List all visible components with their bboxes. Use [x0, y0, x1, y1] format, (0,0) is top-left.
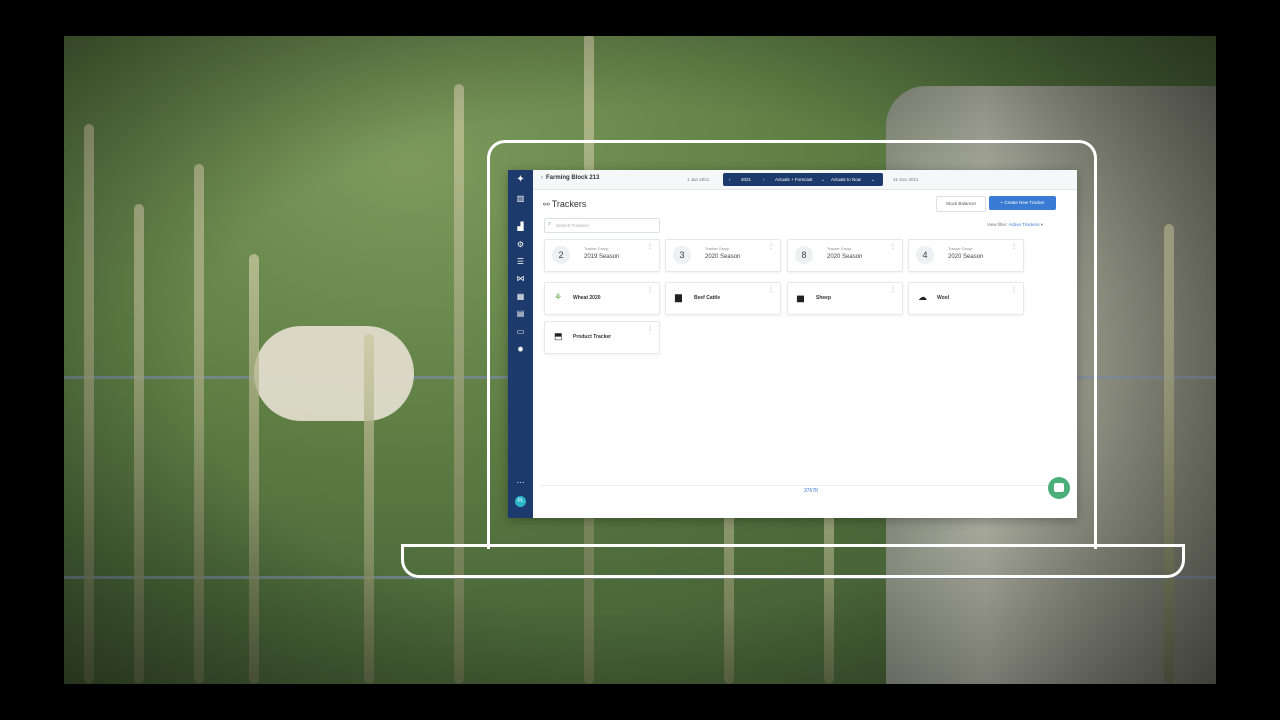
search-placeholder: Search Trackers: [556, 223, 589, 228]
laptop-base-outline: [401, 545, 1185, 578]
more-vertical-icon[interactable]: ⋮: [768, 243, 774, 250]
chart-icon[interactable]: ▟: [514, 220, 527, 233]
tracker-card[interactable]: ▅ Sheep ⋮: [787, 282, 903, 315]
mode-dropdown[interactable]: Actuals + Forecast: [775, 177, 812, 182]
sheep-icon: ▅: [797, 292, 804, 302]
tracker-card[interactable]: ▆ Beef Cattle ⋮: [665, 282, 781, 315]
tracker-group-card[interactable]: 2 Tracker Group 2019 Season ⋮: [544, 239, 660, 272]
chevron-right-icon: ›: [541, 175, 543, 181]
more-vertical-icon[interactable]: ⋮: [890, 286, 896, 293]
group-count: 3: [673, 246, 691, 264]
cattle-icon: ▆: [675, 292, 682, 302]
next-year-icon[interactable]: ›: [763, 177, 765, 182]
group-count: 2: [552, 246, 570, 264]
group-label: Tracker Group: [827, 247, 852, 251]
group-name: 2020 Season: [705, 254, 741, 260]
tracker-group-card[interactable]: 4 Tracker Group 2020 Season ⋮: [908, 239, 1024, 272]
period-selector: ‹ 2021 › Actuals + Forecast ⌄ Actuals to…: [723, 173, 883, 186]
tracker-icon[interactable]: ⚙: [514, 238, 527, 251]
tracker-name: Beef Cattle: [694, 295, 721, 301]
year-label[interactable]: 2021: [741, 177, 751, 182]
chat-button[interactable]: [1048, 477, 1070, 499]
farm-selector[interactable]: › Farming Block 213: [541, 175, 599, 181]
footer-divider: [541, 485, 1069, 486]
tracker-name: Product Tracker: [573, 334, 612, 340]
group-label: Tracker Group: [948, 247, 973, 251]
view-filter-label: View filter:: [987, 222, 1008, 227]
more-vertical-icon[interactable]: ⋮: [768, 286, 774, 293]
chat-bubble-icon: [1054, 483, 1064, 492]
farm-icon[interactable]: ▥: [514, 192, 527, 205]
stock-balancer-button[interactable]: Stock Balancer: [936, 196, 986, 212]
gear-icon[interactable]: ✹: [514, 343, 527, 356]
table-icon[interactable]: ▦: [514, 290, 527, 303]
tracker-card[interactable]: ⬒ Product Tracker ⋮: [544, 321, 660, 354]
group-count: 8: [795, 246, 813, 264]
create-tracker-button[interactable]: + Create New Tracker: [989, 196, 1056, 210]
page-title-text: Trackers: [551, 199, 587, 209]
tracker-group-card[interactable]: 8 Tracker Group 2020 Season ⋮: [787, 239, 903, 272]
topbar: › Farming Block 213 1 Jan 2021 ‹ 2021 › A…: [533, 170, 1077, 190]
view-filter-value: Active Trackers: [1008, 222, 1040, 227]
sidebar: ✦ ▥ ▟ ⚙ ☰ ⋈ ▦ ▤ ▭ ✹ ⋯ PL: [508, 170, 533, 518]
more-vertical-icon[interactable]: ⋮: [647, 243, 653, 250]
book-icon[interactable]: ▭: [514, 325, 527, 338]
avatar[interactable]: PL: [515, 496, 526, 507]
app-screen: ✦ ▥ ▟ ⚙ ☰ ⋈ ▦ ▤ ▭ ✹ ⋯ PL › Farming Block …: [508, 170, 1077, 518]
wheat-icon: ⚘: [554, 292, 563, 302]
network-icon[interactable]: ⋈: [514, 272, 527, 285]
chevron-down-icon: ⌄: [821, 177, 825, 182]
more-vertical-icon[interactable]: ⋮: [1011, 286, 1017, 293]
more-vertical-icon[interactable]: ⋮: [647, 325, 653, 332]
wool-icon: ☁: [918, 292, 927, 302]
tracker-name: Sheep: [816, 295, 832, 301]
more-vertical-icon[interactable]: ⋮: [890, 243, 896, 250]
actuals-dropdown[interactable]: Actuals to Now: [831, 177, 861, 182]
group-label: Tracker Group: [584, 247, 609, 251]
search-input[interactable]: ⌕ Search Trackers: [544, 218, 660, 233]
tracker-card[interactable]: ⚘ Wheat 2020 ⋮: [544, 282, 660, 315]
box-icon: ⬒: [554, 331, 563, 341]
list-icon[interactable]: ☰: [514, 255, 527, 268]
search-icon: ⌕: [548, 221, 552, 227]
more-vertical-icon[interactable]: ⋮: [1011, 243, 1017, 250]
more-icon[interactable]: ⋯: [514, 476, 527, 489]
more-vertical-icon[interactable]: ⋮: [647, 286, 653, 293]
chevron-down-icon: ⌄: [871, 177, 875, 182]
tracker-group-card[interactable]: 3 Tracker Group 2020 Season ⋮: [665, 239, 781, 272]
document-icon[interactable]: ▤: [514, 307, 527, 320]
farm-name: Farming Block 213: [546, 175, 600, 181]
view-filter[interactable]: View filter: Active Trackers ▾: [987, 222, 1043, 228]
group-label: Tracker Group: [705, 247, 730, 251]
date-start: 1 Jan 2021: [687, 177, 710, 182]
date-end: 31 Dec 2021: [893, 177, 919, 182]
page-title: ⚯ Trackers: [543, 199, 586, 209]
footer-version: 3767K: [804, 488, 819, 494]
prev-year-icon[interactable]: ‹: [729, 177, 731, 182]
logo-icon[interactable]: ✦: [514, 173, 527, 186]
group-name: 2019 Season: [584, 254, 620, 260]
tracker-name: Wool: [937, 295, 950, 301]
group-name: 2020 Season: [827, 254, 863, 260]
group-name: 2020 Season: [948, 254, 984, 260]
binoculars-icon: ⚯: [543, 200, 550, 209]
group-count: 4: [916, 246, 934, 264]
tracker-card[interactable]: ☁ Wool ⋮: [908, 282, 1024, 315]
tracker-name: Wheat 2020: [573, 295, 601, 301]
chevron-down-icon: ▾: [1040, 222, 1043, 227]
